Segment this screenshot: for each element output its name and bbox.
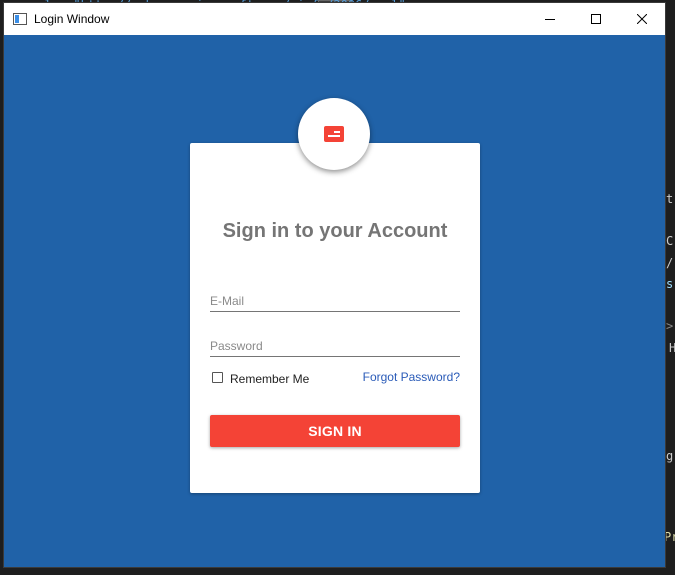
avatar-badge bbox=[298, 98, 370, 170]
minimize-button[interactable] bbox=[527, 3, 573, 35]
code-line: Pr bbox=[664, 530, 675, 544]
maximize-button[interactable] bbox=[573, 3, 619, 35]
code-line: t bbox=[666, 192, 674, 206]
code-line: / bbox=[666, 256, 674, 270]
code-line: g bbox=[666, 449, 674, 463]
id-card-icon bbox=[324, 126, 344, 142]
login-card: Sign in to your Account Remember Me Forg… bbox=[190, 143, 480, 493]
login-window: Login Window Sign in to your Account E-M… bbox=[4, 3, 665, 567]
checkbox-box[interactable] bbox=[212, 372, 223, 383]
window-title: Login Window bbox=[34, 12, 110, 26]
sign-in-button[interactable]: SIGN IN bbox=[210, 415, 460, 447]
code-line: C bbox=[666, 234, 674, 248]
remember-me-checkbox[interactable]: Remember Me bbox=[212, 369, 309, 386]
close-icon bbox=[637, 14, 647, 24]
forgot-password-link[interactable]: Forgot Password? bbox=[363, 370, 460, 384]
window-client-area: Sign in to your Account Remember Me Forg… bbox=[4, 35, 665, 567]
close-button[interactable] bbox=[619, 3, 665, 35]
code-line: H bbox=[669, 341, 675, 355]
code-line: > bbox=[666, 319, 674, 333]
title-bar[interactable]: Login Window bbox=[4, 3, 665, 35]
code-line: s bbox=[666, 277, 674, 291]
login-title: Sign in to your Account bbox=[222, 220, 448, 242]
app-window-icon bbox=[13, 13, 27, 25]
email-field[interactable] bbox=[210, 290, 460, 312]
remember-me-label: Remember Me bbox=[230, 372, 310, 386]
password-field[interactable] bbox=[210, 335, 460, 357]
minimize-icon bbox=[545, 19, 555, 20]
maximize-icon bbox=[591, 14, 601, 24]
window-controls bbox=[527, 3, 665, 35]
